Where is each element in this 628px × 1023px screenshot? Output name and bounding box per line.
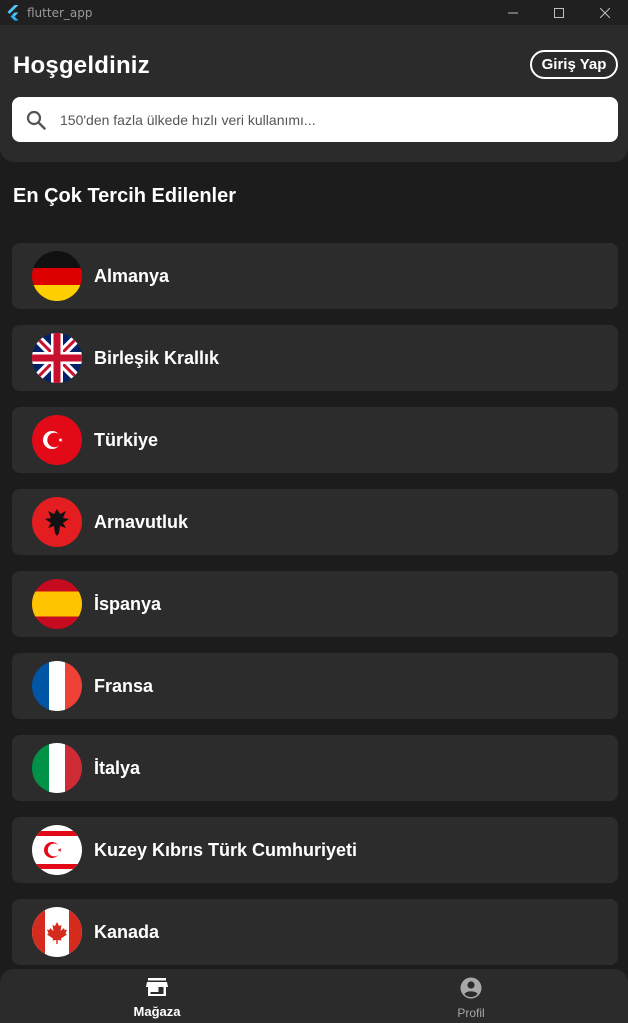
window-titlebar: flutter_app xyxy=(0,0,628,25)
flutter-logo-icon xyxy=(7,4,19,20)
list-item-kktc[interactable]: Kuzey Kıbrıs Türk Cumhuriyeti xyxy=(12,817,618,883)
country-name: Kuzey Kıbrıs Türk Cumhuriyeti xyxy=(94,839,358,860)
nav-label-profile: Profil xyxy=(457,1006,485,1020)
page-title: Hoşgeldiniz xyxy=(13,52,150,79)
minimize-button[interactable] xyxy=(490,0,536,25)
search-icon xyxy=(26,110,46,130)
list-item-arnavutluk[interactable]: Arnavutluk xyxy=(12,489,618,555)
turkey-flag-icon xyxy=(32,415,82,465)
list-item-italya[interactable]: İtalya xyxy=(12,735,618,801)
list-item-almanya[interactable]: Almanya xyxy=(12,243,618,309)
france-flag-icon xyxy=(32,661,82,711)
united-kingdom-flag-icon xyxy=(32,333,82,383)
nav-label-store: Mağaza xyxy=(133,1004,181,1019)
country-name: Fransa xyxy=(94,675,154,696)
list-item-ispanya[interactable]: İspanya xyxy=(12,571,618,637)
list-item-birlesik-krallik[interactable]: Birleşik Krallık xyxy=(12,325,618,391)
maximize-button[interactable] xyxy=(536,0,582,25)
list-item-turkiye[interactable]: Türkiye xyxy=(12,407,618,473)
section-title: En Çok Tercih Edilenler xyxy=(13,185,237,207)
country-name: Birleşik Krallık xyxy=(94,347,220,368)
bottom-navigation: Mağaza Profil xyxy=(0,969,628,1023)
list-item-fransa[interactable]: Fransa xyxy=(12,653,618,719)
close-icon xyxy=(600,7,610,18)
canada-flag-icon xyxy=(32,907,82,957)
nav-item-profile[interactable]: Profil xyxy=(314,969,628,1023)
maximize-icon xyxy=(554,7,564,18)
country-name: Almanya xyxy=(94,265,170,286)
search-bar[interactable] xyxy=(12,97,618,142)
list-item-kanada[interactable]: Kanada xyxy=(12,899,618,965)
nav-item-store[interactable]: Mağaza xyxy=(0,969,314,1023)
country-list: Almanya Birleşik Krallık Türkiye Arnavut… xyxy=(12,243,618,981)
country-name: İtalya xyxy=(94,757,141,778)
country-name: Türkiye xyxy=(94,429,159,450)
account-circle-icon xyxy=(460,977,482,999)
germany-flag-icon xyxy=(32,251,82,301)
italy-flag-icon xyxy=(32,743,82,793)
country-name: Arnavutluk xyxy=(94,511,189,532)
login-button[interactable]: Giriş Yap xyxy=(530,50,618,79)
search-input[interactable] xyxy=(60,97,600,142)
close-window-button[interactable] xyxy=(582,0,628,25)
header: Hoşgeldiniz Giriş Yap xyxy=(0,25,628,162)
country-name: Kanada xyxy=(94,921,160,942)
store-icon xyxy=(146,978,168,996)
window-title: flutter_app xyxy=(27,5,93,20)
minimize-icon xyxy=(508,12,518,13)
northern-cyprus-flag-icon xyxy=(32,825,82,875)
country-name: İspanya xyxy=(94,593,162,614)
spain-flag-icon xyxy=(32,579,82,629)
window-controls xyxy=(490,0,628,25)
albania-flag-icon xyxy=(32,497,82,547)
